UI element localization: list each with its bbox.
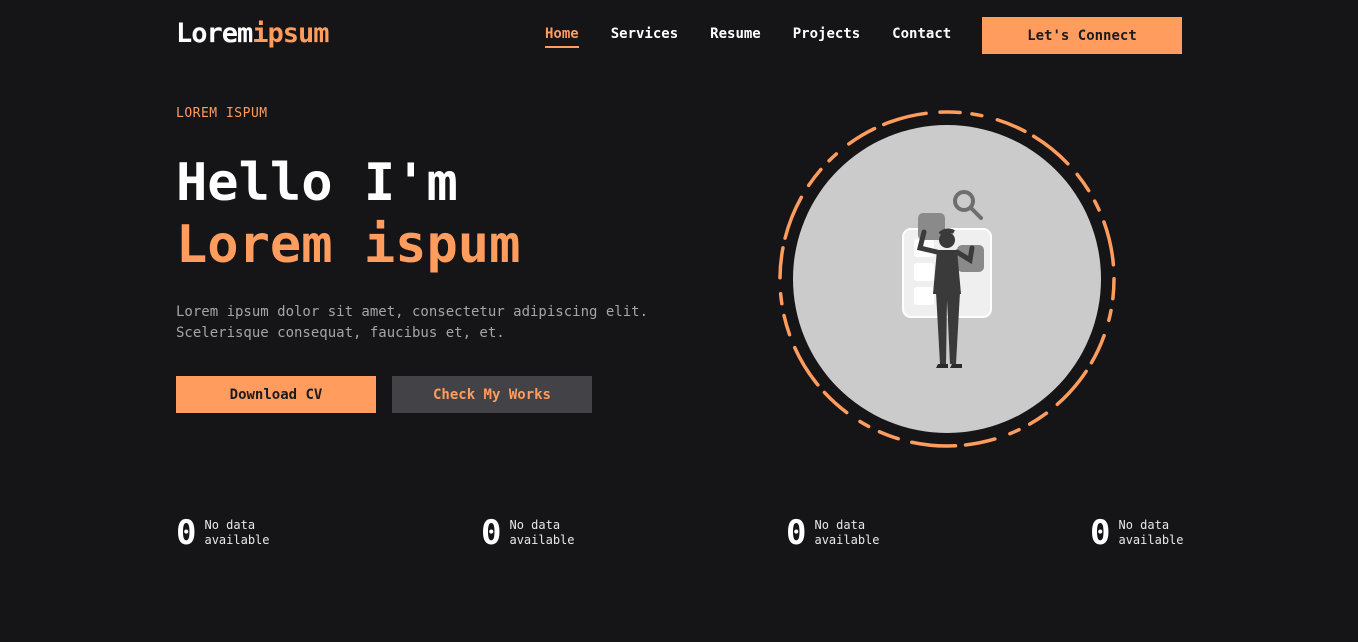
hero-description-line-2: Scelerisque consequat, faucibus et, et. <box>176 325 505 341</box>
logo-part-1: Lorem <box>176 18 253 49</box>
download-cv-button[interactable]: Download CV <box>176 376 376 413</box>
stat-value: 0 <box>1090 513 1111 553</box>
nav-item-contact[interactable]: Contact <box>892 26 951 48</box>
nav-item-home[interactable]: Home <box>545 26 579 48</box>
stat-value: 0 <box>481 513 502 553</box>
hero-description-line-1: Lorem ipsum dolor sit amet, consectetur … <box>176 304 649 320</box>
stat-label-line-1: No data <box>814 518 866 532</box>
logo[interactable]: Loremipsum <box>176 18 330 49</box>
main-nav: Home Services Resume Projects Contact <box>545 26 983 48</box>
stat-label-line-2: available <box>204 533 270 547</box>
nav-item-projects[interactable]: Projects <box>793 26 860 48</box>
stat-label-line-2: available <box>1118 533 1184 547</box>
stat-label: No data available <box>814 518 894 548</box>
stat-value: 0 <box>176 513 197 553</box>
stat-label: No data available <box>204 518 284 548</box>
stat-label: No data available <box>1118 518 1198 548</box>
stat-1: 0 No data available <box>176 514 284 552</box>
hero-description: Lorem ipsum dolor sit amet, consectetur … <box>176 302 676 344</box>
stat-label-line-1: No data <box>509 518 561 532</box>
hero-illustration <box>770 102 1124 456</box>
stat-3: 0 No data available <box>786 514 894 552</box>
check-my-works-button[interactable]: Check My Works <box>392 376 592 413</box>
hero-title-line-1: Hello I'm <box>176 153 458 213</box>
stat-value: 0 <box>786 513 807 553</box>
stat-label-line-1: No data <box>204 518 256 532</box>
stat-4: 0 No data available <box>1090 514 1198 552</box>
logo-part-2: ipsum <box>252 18 329 49</box>
nav-item-services[interactable]: Services <box>611 26 678 48</box>
stat-label-line-1: No data <box>1118 518 1170 532</box>
hero-title-line-2: Lorem ispum <box>176 215 521 275</box>
stat-2: 0 No data available <box>481 514 589 552</box>
lets-connect-button[interactable]: Let's Connect <box>982 17 1182 54</box>
nav-item-resume[interactable]: Resume <box>710 26 761 48</box>
stat-label-line-2: available <box>814 533 880 547</box>
person-with-search-icon <box>778 110 1116 448</box>
hero-eyebrow: LOREM ISPUM <box>176 106 268 121</box>
page: Loremipsum Home Services Resume Projects… <box>0 0 1358 642</box>
stat-label: No data available <box>509 518 589 548</box>
stat-label-line-2: available <box>509 533 575 547</box>
